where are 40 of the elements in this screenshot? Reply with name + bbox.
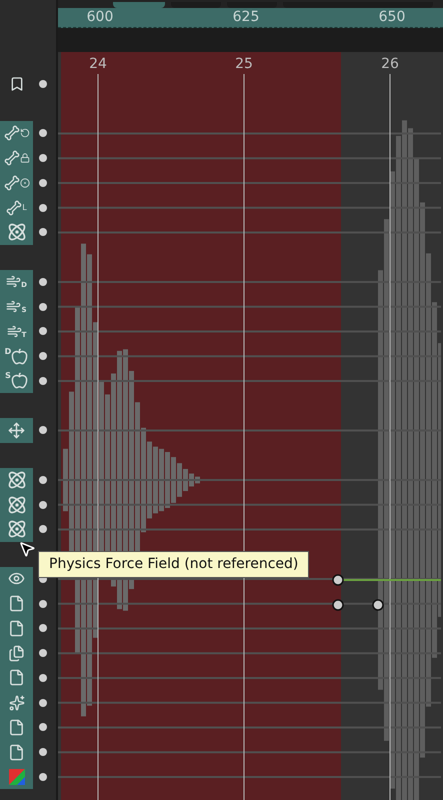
keyframe-icon[interactable] (332, 574, 344, 586)
color-swatch-icon (8, 768, 24, 785)
apple-icon (10, 372, 28, 390)
frame-number: 24 (89, 56, 107, 73)
wind-icon (6, 324, 22, 339)
ruler-label: 650 (378, 9, 406, 26)
rotate-icon (20, 128, 30, 138)
bone-icon (4, 150, 20, 166)
lock-icon (20, 153, 30, 164)
ruler-label: 625 (232, 9, 260, 26)
atom-icon (6, 494, 26, 515)
tooltip: Physics Force Field (not referenced) (38, 551, 310, 578)
target-icon (20, 178, 30, 188)
frame-number: 25 (235, 56, 253, 73)
apple-icon (11, 348, 28, 365)
file-icon (8, 718, 25, 736)
move-icon (8, 422, 25, 439)
icon-letter: S (5, 372, 11, 380)
wind-icon (6, 299, 22, 314)
file-icon (8, 669, 25, 686)
bone-icon (4, 174, 20, 191)
file-icon (8, 744, 25, 761)
cursor-icon (18, 540, 36, 558)
file-icon (8, 620, 25, 637)
sparkle-icon (8, 694, 24, 711)
bone-icon (6, 200, 22, 216)
keyframe-icon[interactable] (332, 599, 344, 611)
ruler-label: 600 (86, 9, 114, 26)
atom-icon (6, 470, 26, 490)
file-icon (8, 595, 25, 612)
bone-icon (4, 125, 20, 142)
atom-icon (6, 519, 26, 540)
keyframe-icon[interactable] (372, 599, 384, 611)
icon-letter: L (22, 204, 27, 212)
frame-number: 26 (381, 56, 399, 73)
wind-icon (6, 274, 22, 290)
files-icon (8, 644, 25, 662)
icon-letter: D (4, 348, 12, 356)
marker-icon (8, 76, 24, 92)
atom-icon (6, 222, 26, 242)
